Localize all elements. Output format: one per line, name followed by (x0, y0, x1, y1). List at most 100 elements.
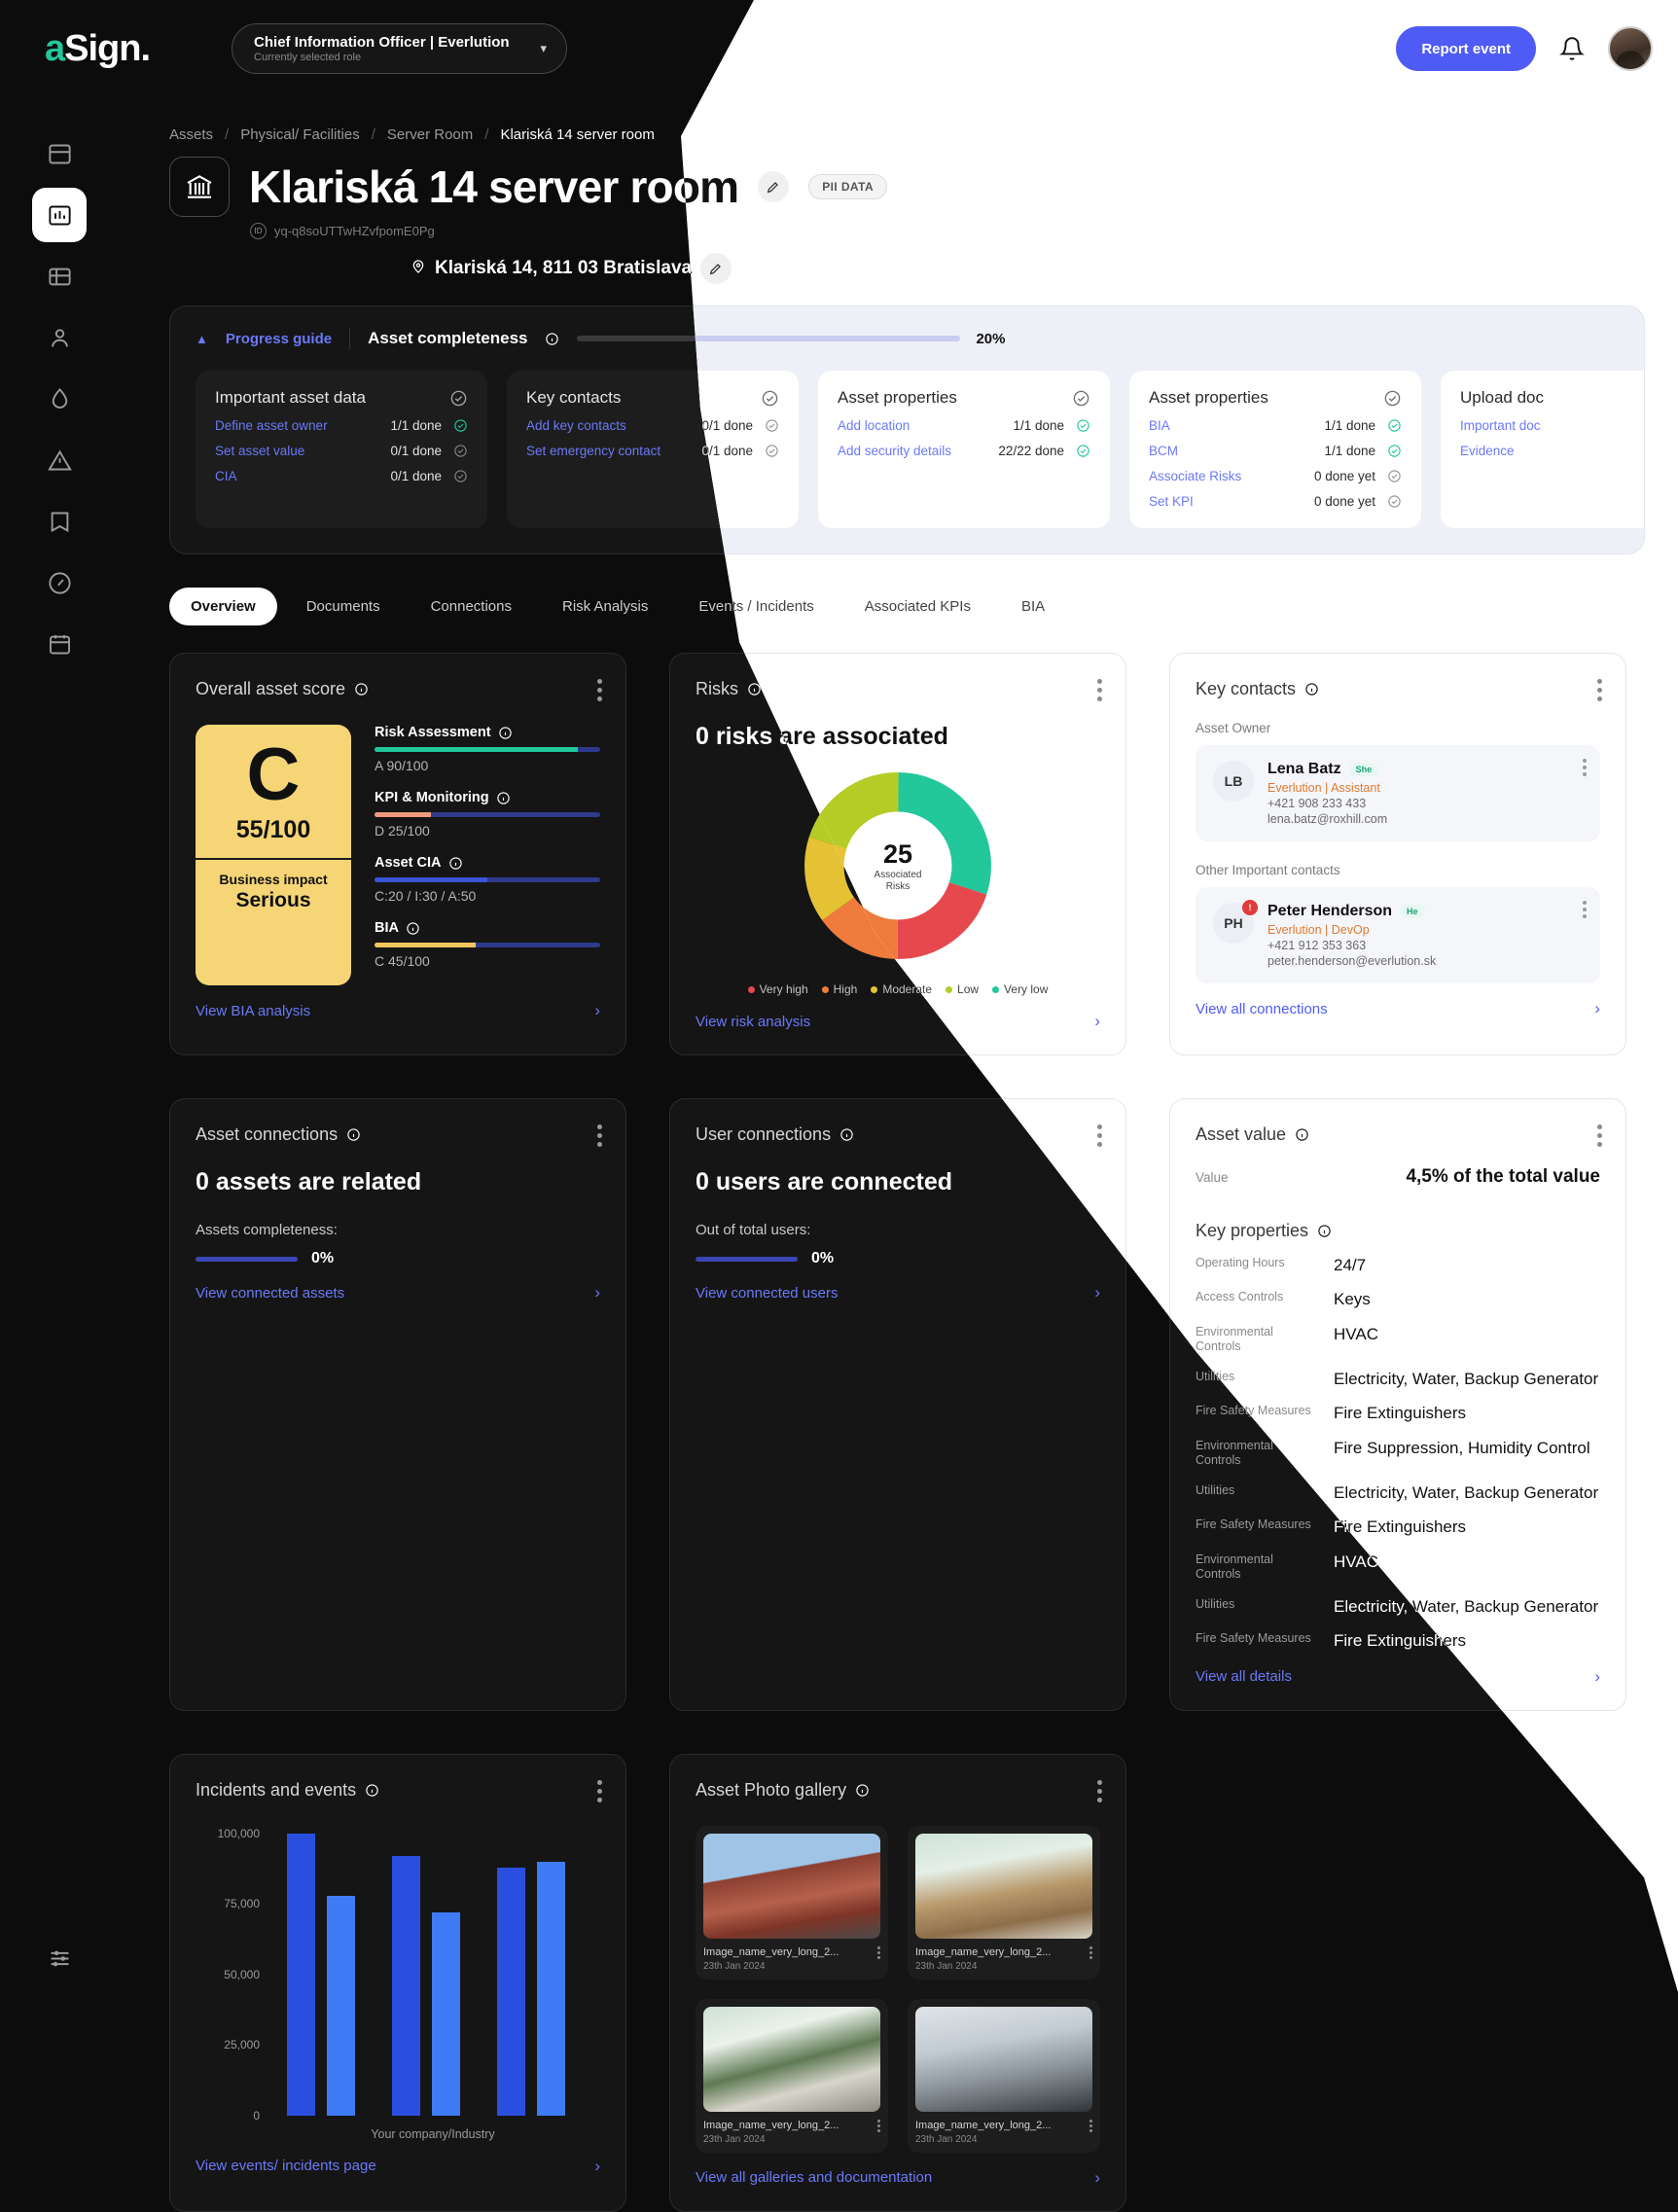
progress-item-label[interactable]: BIA (1149, 418, 1324, 433)
progress-card-item[interactable]: CIA 0/1 done (215, 469, 468, 483)
view-all-connections-link[interactable]: View all connections › (1196, 999, 1600, 1018)
info-icon[interactable] (1304, 682, 1319, 696)
info-icon[interactable] (406, 921, 420, 936)
contact-menu-icon[interactable] (1583, 901, 1587, 921)
tab-risk-analysis[interactable]: Risk Analysis (541, 588, 669, 625)
contact-role: Everlution | Assistant (1267, 781, 1380, 795)
progress-card-item[interactable]: Set KPI 0 done yet (1149, 494, 1402, 509)
breadcrumb-item-server-room[interactable]: Server Room (387, 126, 473, 143)
progress-item-label[interactable]: Set asset value (215, 444, 390, 458)
tab-documents[interactable]: Documents (285, 588, 402, 625)
info-icon[interactable] (1295, 1127, 1309, 1142)
sidebar-item-library[interactable] (32, 494, 87, 549)
metric-value: A 90/100 (375, 758, 429, 773)
card-menu-icon[interactable] (1597, 679, 1602, 705)
progress-item-label[interactable]: BCM (1149, 444, 1324, 458)
sidebar-item-dashboard[interactable] (32, 126, 87, 181)
card-menu-icon[interactable] (597, 1124, 602, 1151)
total-users-label: Out of total users: (696, 1222, 811, 1238)
card-menu-icon[interactable] (1097, 1124, 1102, 1151)
tab-overview[interactable]: Overview (169, 588, 277, 625)
progress-guide-toggle[interactable]: Progress guide (226, 331, 332, 347)
progress-card-item[interactable]: Add location 1/1 done (838, 418, 1090, 433)
progress-item-label[interactable]: Add location (838, 418, 1013, 433)
gallery-item[interactable]: Image_name_very_long_2... 23th Jan 2024 (696, 1998, 888, 2153)
report-event-button[interactable]: Report event (1396, 26, 1536, 71)
tab-connections[interactable]: Connections (410, 588, 533, 625)
link-label: View all galleries and documentation (696, 2169, 933, 2187)
edit-address-icon[interactable] (700, 253, 732, 284)
contact-menu-icon[interactable] (1583, 759, 1587, 779)
sidebar-item-gauge[interactable] (32, 555, 87, 610)
card-menu-icon[interactable] (1597, 1124, 1602, 1151)
gallery-item-menu-icon[interactable] (877, 2119, 880, 2134)
progress-item-label[interactable]: Add security details (838, 444, 998, 458)
progress-item-label[interactable]: Important doc (1460, 418, 1644, 433)
info-icon[interactable] (1317, 1224, 1332, 1238)
info-icon[interactable] (839, 1127, 854, 1142)
tab-bia[interactable]: BIA (1000, 588, 1066, 625)
progress-item-label[interactable]: Define asset owner (215, 418, 390, 433)
card-menu-icon[interactable] (1097, 679, 1102, 705)
progress-card-header: Important asset data (215, 388, 468, 408)
business-impact-label: Business impact (219, 872, 328, 888)
chevron-up-icon[interactable]: ▲ (196, 332, 208, 346)
card-menu-icon[interactable] (597, 679, 602, 705)
card-header: Asset connections (196, 1124, 600, 1145)
progress-card-item[interactable]: Add security details 22/22 done (838, 444, 1090, 458)
progress-item-label[interactable]: Set KPI (1149, 494, 1314, 509)
view-connected-assets-link[interactable]: View connected assets › (196, 1283, 600, 1302)
gallery-item[interactable]: Image_name_very_long_2... 23th Jan 2024 (908, 1998, 1100, 2153)
sidebar-item-calendar[interactable] (32, 617, 87, 671)
progress-item-label[interactable]: CIA (215, 469, 390, 483)
progress-item-label[interactable]: Set emergency contact (526, 444, 701, 458)
gallery-item[interactable]: Image_name_very_long_2... 23th Jan 2024 (696, 1825, 888, 1980)
view-bia-analysis-link[interactable]: View BIA analysis › (196, 1001, 600, 1020)
gallery-item-menu-icon[interactable] (1089, 1945, 1092, 1961)
info-icon[interactable] (498, 726, 513, 740)
sidebar-item-analytics[interactable] (32, 188, 87, 242)
info-icon[interactable] (365, 1783, 379, 1798)
progress-card-item[interactable]: Important doc (1460, 418, 1644, 433)
edit-title-icon[interactable] (758, 171, 790, 202)
card-menu-icon[interactable] (597, 1779, 602, 1806)
gallery-item[interactable]: Image_name_very_long_2... 23th Jan 2024 (908, 1825, 1100, 1980)
user-avatar[interactable] (1608, 26, 1653, 71)
breadcrumb-item-physical[interactable]: Physical/ Facilities (240, 126, 360, 143)
progress-item-label[interactable]: Associate Risks (1149, 469, 1314, 483)
view-connected-users-link[interactable]: View connected users › (696, 1283, 1100, 1302)
progress-card-item[interactable]: Set asset value 0/1 done (215, 444, 468, 458)
view-galleries-link[interactable]: View all galleries and documentation › (696, 2168, 1100, 2188)
view-incidents-link[interactable]: View events/ incidents page › (196, 2157, 600, 2176)
contact-card-other[interactable]: PH ! Peter Henderson He Everlution | DevO… (1196, 887, 1600, 983)
gallery-item-menu-icon[interactable] (1089, 2119, 1092, 2134)
card-menu-icon[interactable] (1097, 1779, 1102, 1806)
asset-owner-label: Asset Owner (1196, 721, 1271, 735)
sidebar-item-risk[interactable] (32, 372, 87, 426)
info-icon[interactable] (545, 332, 559, 346)
info-icon[interactable] (855, 1783, 870, 1798)
breadcrumb-item-assets[interactable]: Assets (169, 126, 213, 143)
progress-item-label[interactable]: Evidence (1460, 444, 1644, 458)
sidebar-item-people[interactable] (32, 310, 87, 365)
sidebar-item-settings[interactable] (32, 1931, 87, 1985)
progress-card-item[interactable]: BCM 1/1 done (1149, 444, 1402, 458)
check-pending-icon (453, 444, 468, 458)
contact-card-owner[interactable]: LB Lena Batz She Everlution | Assistant +… (1196, 745, 1600, 841)
progress-card-item[interactable]: Evidence (1460, 444, 1644, 458)
progress-item-label[interactable]: Add key contacts (526, 418, 701, 433)
sidebar-item-assets[interactable] (32, 249, 87, 303)
info-icon[interactable] (346, 1127, 361, 1142)
gallery-item-menu-icon[interactable] (877, 1945, 880, 1961)
info-icon[interactable] (496, 791, 511, 805)
role-selector[interactable]: Chief Information Officer | Everlution C… (232, 23, 568, 74)
progress-card-item[interactable]: Define asset owner 1/1 done (215, 418, 468, 433)
progress-card-item[interactable]: Associate Risks 0 done yet (1149, 469, 1402, 483)
progress-card-item[interactable]: BIA 1/1 done (1149, 418, 1402, 433)
building-icon (169, 157, 230, 217)
tab-associated-kpis[interactable]: Associated KPIs (843, 588, 992, 625)
info-icon[interactable] (354, 682, 369, 696)
notifications-bell-icon[interactable] (1559, 36, 1585, 61)
sidebar-item-warnings[interactable] (32, 433, 87, 487)
info-icon[interactable] (448, 856, 463, 871)
